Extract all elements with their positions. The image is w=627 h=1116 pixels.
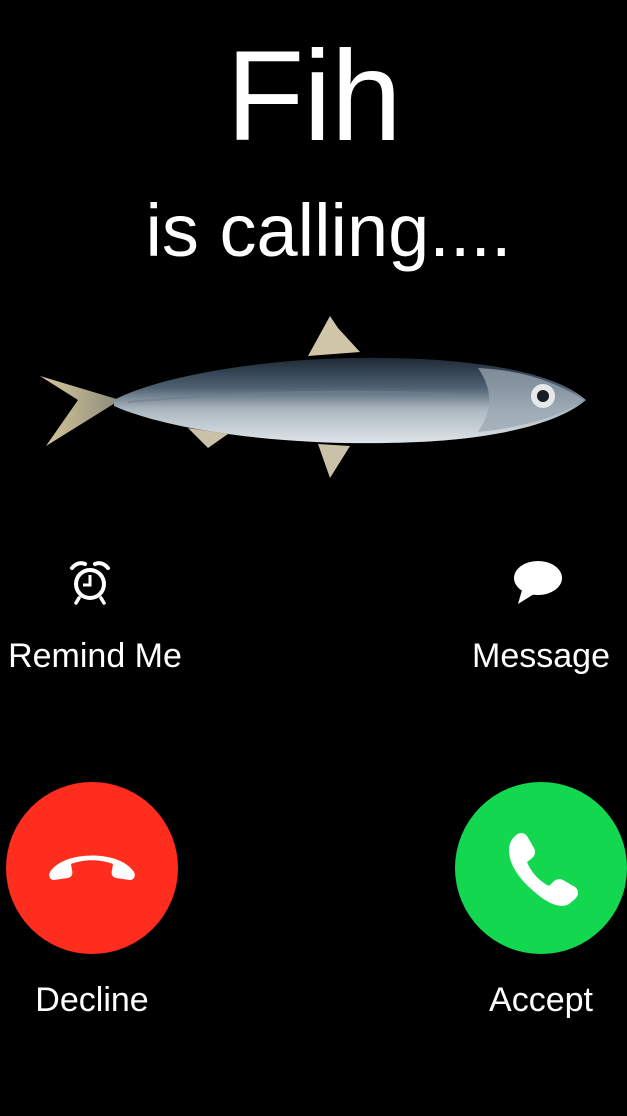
caller-name: Fih bbox=[226, 25, 402, 168]
decline-label: Decline bbox=[35, 981, 149, 1019]
phone-icon bbox=[501, 826, 581, 911]
accept-label: Accept bbox=[489, 981, 593, 1019]
speech-bubble-icon bbox=[512, 556, 564, 608]
message-label: Message bbox=[472, 637, 610, 675]
decline-button[interactable] bbox=[6, 782, 178, 954]
call-status: is calling.... bbox=[145, 189, 512, 272]
accept-control: Accept bbox=[451, 782, 627, 1020]
phone-hangup-icon bbox=[44, 846, 140, 891]
decline-control: Decline bbox=[2, 782, 182, 1020]
alarm-clock-icon bbox=[64, 556, 116, 608]
caller-photo-fish bbox=[40, 316, 586, 478]
remind-me-label: Remind Me bbox=[8, 637, 182, 675]
remind-me-button[interactable]: Remind Me bbox=[0, 556, 190, 676]
accept-button[interactable] bbox=[455, 782, 627, 954]
message-button[interactable]: Message bbox=[455, 556, 627, 676]
